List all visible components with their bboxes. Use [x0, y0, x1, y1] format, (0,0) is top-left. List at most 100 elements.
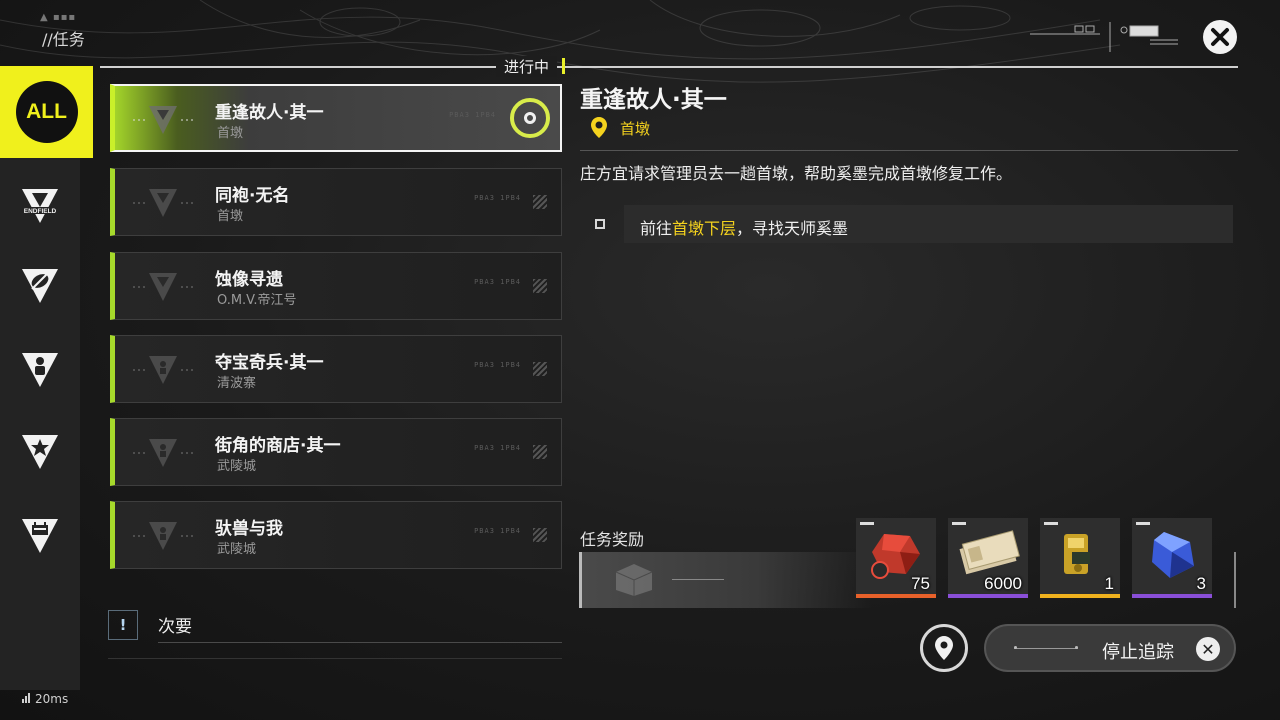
hud-decoration [1030, 22, 1178, 52]
calendar-icon [22, 519, 58, 553]
quest-type-icon [133, 106, 193, 134]
hatch-icon [533, 279, 547, 293]
quest-type-icon [133, 439, 193, 467]
quest-detail-title: 重逢故人·其一 [580, 87, 727, 113]
quest-card[interactable]: 重逢故人·其一 首墩 PBA3 1PB4 [110, 84, 562, 152]
quest-card[interactable]: 蚀像寻遗 O.M.V.帝江号 PBA3 1PB4 [110, 252, 562, 320]
quest-name: 夺宝奇兵·其一 [215, 353, 324, 373]
hatch-icon [533, 362, 547, 376]
quest-code-tag: PBA3 1PB4 [474, 444, 521, 452]
endfield-icon: ENDFIELD [20, 189, 60, 223]
category-calendar-tab[interactable] [0, 500, 80, 570]
quest-code-tag: PBA3 1PB4 [474, 278, 521, 286]
star-icon [22, 435, 58, 469]
quest-code-tag: PBA3 1PB4 [449, 111, 496, 119]
hatch-icon [533, 445, 547, 459]
rarity-bar [948, 594, 1028, 598]
category-person-tab[interactable] [0, 334, 80, 404]
stop-tracking-button[interactable]: 停止追踪 ✕ [984, 624, 1236, 672]
divider [158, 642, 562, 643]
location-pin-icon [591, 117, 607, 138]
close-icon: ✕ [1196, 637, 1220, 661]
quest-location: 首墩 [217, 126, 244, 141]
signal-icon [22, 692, 31, 706]
reward-strip-end [1234, 552, 1236, 608]
quest-name: 同袍·无名 [215, 186, 290, 206]
person-icon [22, 353, 58, 387]
quest-type-icon [133, 356, 193, 384]
rarity-bar [1040, 594, 1120, 598]
reward-count: 75 [911, 574, 930, 593]
stop-tracking-label: 停止追踪 [1102, 642, 1174, 663]
blue-crystal-icon [1152, 532, 1194, 578]
category-leaf-tab[interactable] [0, 250, 80, 320]
quest-code-tag: PBA3 1PB4 [474, 194, 521, 202]
reward-count: 6000 [984, 574, 1022, 593]
header-divider [100, 66, 1238, 68]
quest-type-icon [133, 273, 193, 301]
quest-type-icon [133, 189, 193, 217]
quest-type-icon [133, 522, 193, 550]
secondary-label: 次要 [158, 617, 192, 637]
quest-code-tag: PBA3 1PB4 [474, 361, 521, 369]
map-pin-icon [935, 636, 953, 660]
network-ping: 20ms [22, 692, 68, 706]
objective-highlight: 首墩下层 [672, 219, 737, 238]
hatch-icon [533, 528, 547, 542]
quest-name: 蚀像寻遗 [215, 270, 283, 290]
in-progress-label: 进行中 [496, 56, 558, 77]
secondary-quests-section[interactable]: ! 次要 [108, 606, 562, 659]
reward-item[interactable]: 1 [1040, 518, 1120, 598]
quest-objective: 前往首墩下层，寻找天师奚墨 [580, 205, 1233, 243]
reward-item[interactable]: 6000 [948, 518, 1028, 598]
gold-device-icon [1064, 534, 1090, 574]
category-star-tab[interactable] [0, 416, 80, 486]
leaf-icon [22, 269, 58, 303]
quest-card[interactable]: 街角的商店·其一 武陵城 PBA3 1PB4 [110, 418, 562, 486]
all-badge: ALL [15, 81, 78, 143]
divider [108, 658, 562, 659]
detail-divider [580, 150, 1238, 151]
crate-icon [615, 564, 653, 596]
in-progress-marker [562, 58, 565, 74]
quest-name: 驮兽与我 [215, 519, 283, 539]
quest-name: 街角的商店·其一 [215, 436, 341, 456]
exclamation-icon: ! [108, 610, 138, 640]
svg-text:ENDFIELD: ENDFIELD [24, 208, 57, 215]
hatch-icon [533, 195, 547, 209]
quest-location: 清波寨 [217, 376, 257, 391]
reward-count: 1 [1104, 574, 1114, 593]
quest-location: 武陵城 [217, 459, 257, 474]
map-locate-button[interactable] [920, 624, 968, 672]
reward-strip [579, 552, 872, 608]
objective-text: 前往首墩下层，寻找天师奚墨 [640, 219, 849, 238]
rarity-bar [856, 594, 936, 598]
page-title: //任务 [42, 30, 85, 49]
quest-location: 武陵城 [217, 542, 257, 557]
quest-card[interactable]: 驮兽与我 武陵城 PBA3 1PB4 [110, 501, 562, 569]
reward-item[interactable]: 3 [1132, 518, 1212, 598]
quest-card[interactable]: 夺宝奇兵·其一 清波寨 PBA3 1PB4 [110, 335, 562, 403]
quest-location-text: 首墩 [620, 119, 651, 138]
reward-item[interactable]: 75 [856, 518, 936, 598]
reward-count: 3 [1196, 574, 1206, 593]
tracking-target-icon [510, 98, 550, 138]
rewards-label: 任务奖励 [580, 530, 645, 549]
arrow-line [672, 579, 724, 580]
quest-location: O.M.V.帝江号 [217, 293, 297, 308]
rarity-bar [1132, 594, 1212, 598]
close-button[interactable] [1203, 20, 1237, 54]
objective-checkbox-icon [595, 219, 605, 229]
quest-card[interactable]: 同袍·无名 首墩 PBA3 1PB4 [110, 168, 562, 236]
category-all-tab[interactable]: ALL [0, 66, 93, 158]
ping-value: 20ms [35, 692, 69, 706]
category-endfield-tab[interactable]: ENDFIELD [0, 170, 80, 240]
quest-name: 重逢故人·其一 [215, 103, 324, 123]
quest-location: 首墩 [217, 209, 244, 224]
quest-description: 庄方宜请求管理员去一趟首墩，帮助奚墨完成首墩修复工作。 [580, 164, 1013, 183]
header-deco-glyph: ▲ ▪▪▪ [40, 12, 77, 23]
quest-detail-location: 首墩 [590, 116, 650, 140]
quest-code-tag: PBA3 1PB4 [474, 527, 521, 535]
dash-decoration [1014, 646, 1078, 649]
close-icon [1211, 28, 1229, 46]
